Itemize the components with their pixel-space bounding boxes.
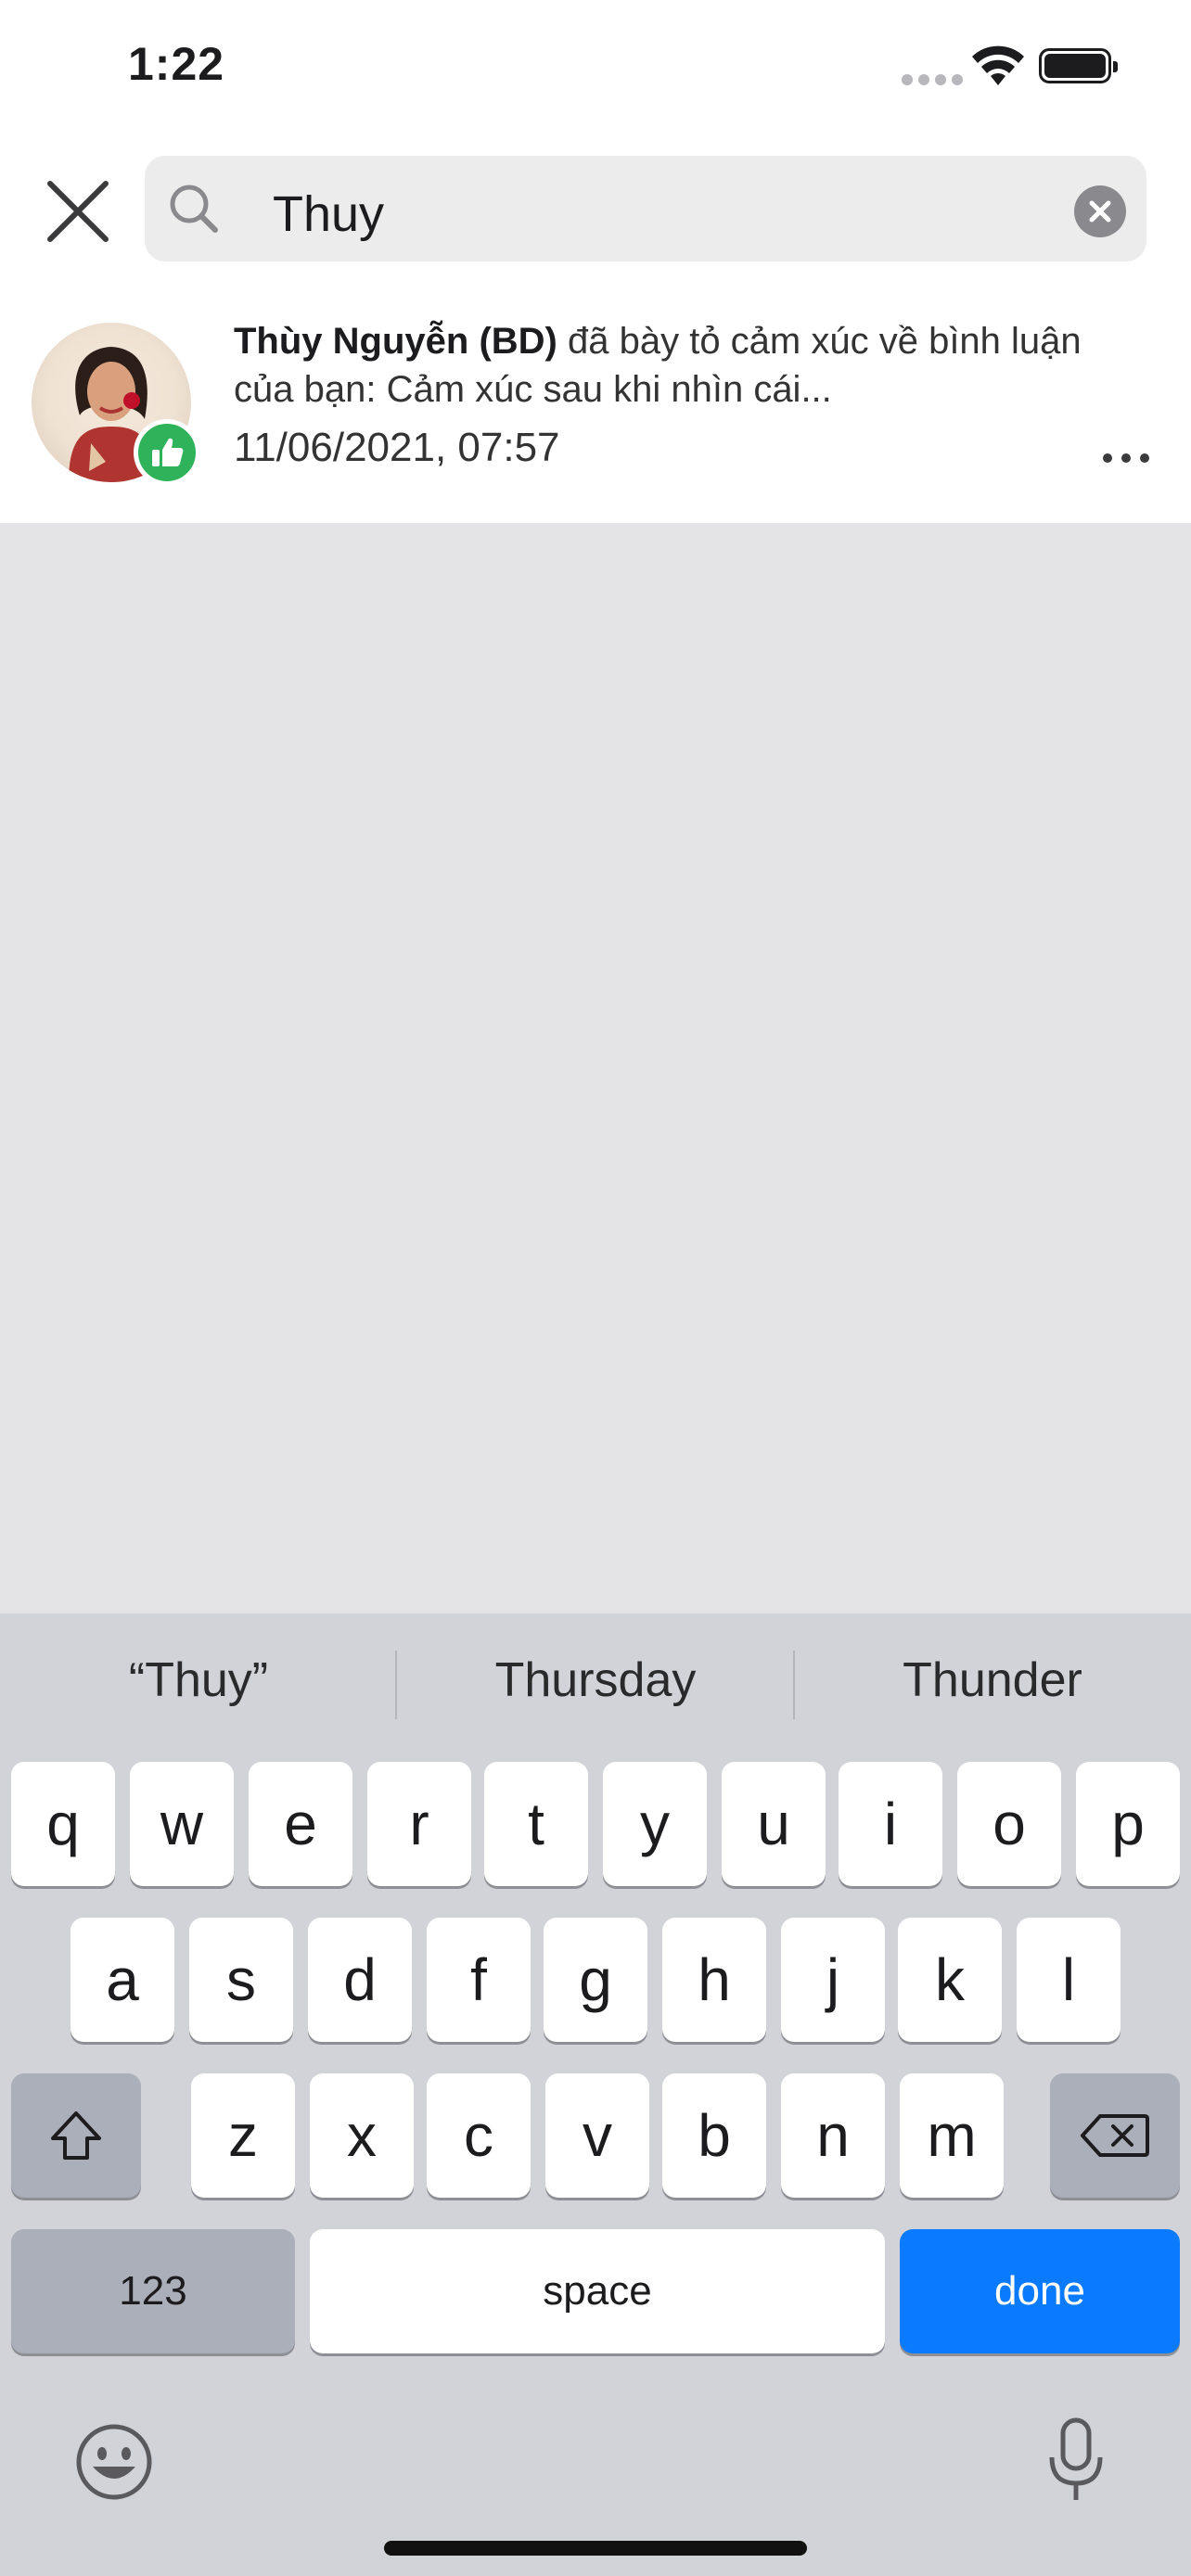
wifi-icon xyxy=(972,45,1024,85)
search-icon xyxy=(170,185,218,233)
suggestion-item[interactable]: “Thuy” xyxy=(0,1652,397,1708)
key-s[interactable]: s xyxy=(189,1918,293,2042)
microphone-icon[interactable] xyxy=(1046,2417,1106,2506)
key-x[interactable]: x xyxy=(310,2073,414,2198)
delete-key[interactable] xyxy=(1050,2073,1180,2198)
key-j[interactable]: j xyxy=(781,1918,885,2042)
key-a[interactable]: a xyxy=(70,1918,174,2042)
notification-name: Thùy Nguyễn (BD) xyxy=(234,321,557,362)
key-u[interactable]: u xyxy=(722,1762,826,1886)
shift-icon xyxy=(51,2111,101,2160)
key-t[interactable]: t xyxy=(484,1762,588,1886)
status-bar: 1:22 xyxy=(0,0,1191,139)
search-input[interactable]: Thuy xyxy=(145,156,1146,261)
close-icon[interactable] xyxy=(41,174,115,249)
keyboard: “Thuy” Thursday Thunder q w e r t y u i … xyxy=(0,1613,1191,2576)
key-g[interactable]: g xyxy=(544,1918,647,2042)
key-q[interactable]: q xyxy=(11,1762,115,1886)
key-l[interactable]: l xyxy=(1017,1918,1121,2042)
notification-text: Thùy Nguyễn (BD) đã bày tỏ cảm xúc về bì… xyxy=(234,317,1087,414)
notification-datetime: 11/06/2021, 07:57 xyxy=(234,425,560,470)
key-o[interactable]: o xyxy=(957,1762,1061,1886)
search-header: Thuy xyxy=(0,139,1191,280)
space-key[interactable]: space xyxy=(310,2229,885,2353)
key-d[interactable]: d xyxy=(308,1918,412,2042)
key-c[interactable]: c xyxy=(427,2073,531,2198)
key-w[interactable]: w xyxy=(130,1762,234,1886)
key-m[interactable]: m xyxy=(900,2073,1004,2198)
suggestion-item[interactable]: Thursday xyxy=(397,1652,794,1708)
suggestion-bar: “Thuy” Thursday Thunder xyxy=(0,1613,1191,1753)
key-b[interactable]: b xyxy=(662,2073,766,2198)
shift-key[interactable] xyxy=(11,2073,141,2198)
key-n[interactable]: n xyxy=(781,2073,885,2198)
numbers-key[interactable]: 123 xyxy=(11,2229,295,2353)
status-time: 1:22 xyxy=(128,38,225,90)
backspace-icon xyxy=(1081,2114,1149,2157)
like-icon xyxy=(134,419,200,486)
key-p[interactable]: p xyxy=(1076,1762,1180,1886)
done-key[interactable]: done xyxy=(900,2229,1180,2353)
search-query[interactable]: Thuy xyxy=(273,185,384,243)
more-icon[interactable] xyxy=(1100,447,1152,469)
emoji-icon[interactable] xyxy=(74,2422,154,2502)
key-i[interactable]: i xyxy=(839,1762,942,1886)
key-r[interactable]: r xyxy=(367,1762,471,1886)
key-z[interactable]: z xyxy=(191,2073,295,2198)
key-h[interactable]: h xyxy=(662,1918,766,2042)
home-indicator xyxy=(384,2541,807,2556)
cellular-icon xyxy=(902,74,963,85)
key-f[interactable]: f xyxy=(427,1918,531,2042)
key-k[interactable]: k xyxy=(898,1918,1002,2042)
notifications-search-screen: 1:22 Thuy Thùy Nguyễn (BD) đã bày tỏ cảm… xyxy=(0,0,1191,2576)
list-item[interactable]: Thùy Nguyễn (BD) đã bày tỏ cảm xúc về bì… xyxy=(0,280,1191,523)
key-v[interactable]: v xyxy=(545,2073,649,2198)
clear-icon[interactable] xyxy=(1074,185,1126,237)
battery-icon xyxy=(1039,48,1118,83)
key-e[interactable]: e xyxy=(249,1762,352,1886)
suggestion-item[interactable]: Thunder xyxy=(794,1652,1191,1708)
key-y[interactable]: y xyxy=(603,1762,707,1886)
